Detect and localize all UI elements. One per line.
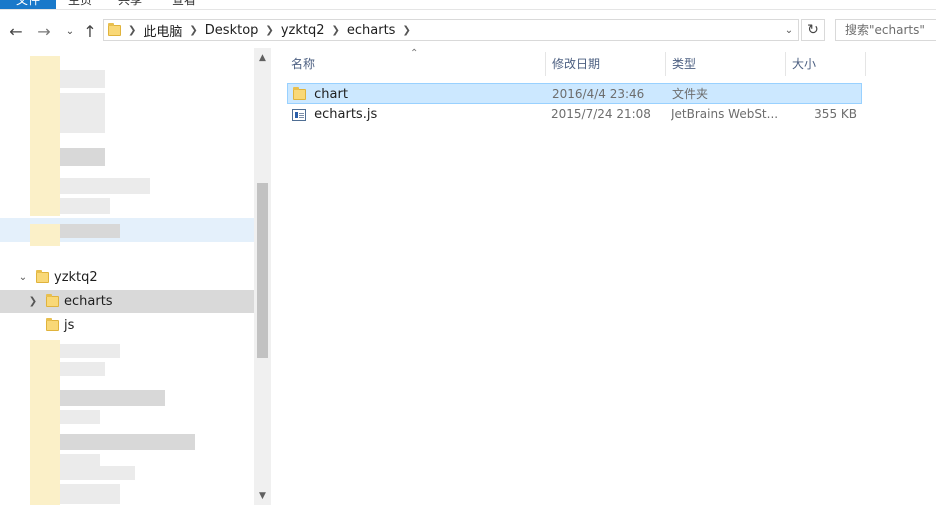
obscured-region [60, 148, 105, 166]
nav-item-js[interactable]: js [0, 314, 254, 337]
tab-share[interactable]: 共享 [118, 0, 142, 9]
obscured-region [60, 410, 100, 424]
file-type: JetBrains WebSt... [671, 107, 779, 121]
address-bar[interactable]: ❯ 此电脑 ❯ Desktop ❯ yzktq2 ❯ echarts ❯ ⌄ [103, 19, 799, 41]
nav-item-echarts[interactable]: ❯ echarts [0, 290, 254, 313]
arrow-left-icon: ← [9, 21, 23, 41]
tab-file[interactable]: 文件 [0, 0, 56, 9]
file-row-chart[interactable]: chart 2016/4/4 23:46 文件夹 [287, 83, 862, 104]
chevron-right-icon[interactable]: ❯ [331, 25, 339, 36]
search-input[interactable]: 搜索"echarts" [835, 19, 936, 41]
arrow-right-icon: → [37, 21, 51, 41]
tab-view[interactable]: 查看 [172, 0, 196, 9]
obscured-region [60, 434, 195, 450]
obscured-region [60, 390, 165, 406]
chevron-right-icon[interactable]: ❯ [128, 25, 136, 36]
file-date: 2016/4/4 23:46 [552, 87, 645, 101]
obscured-region [60, 484, 120, 504]
navigation-pane: ⌄ yzktq2 ❯ echarts js ▲ ▼ [0, 48, 272, 505]
chevron-right-icon[interactable]: ❯ [26, 296, 40, 307]
obscured-region [60, 93, 105, 133]
file-size: 355 KB [814, 107, 857, 121]
file-size [792, 84, 858, 105]
file-name: chart [314, 87, 348, 102]
nav-item-yzktq2[interactable]: ⌄ yzktq2 [0, 266, 254, 289]
obscured-region [60, 362, 105, 376]
folder-icon [293, 87, 306, 100]
scroll-down-icon[interactable]: ▼ [254, 488, 271, 505]
nav-item-label: yzktq2 [54, 270, 98, 285]
recent-locations-button[interactable]: ⌄ [60, 20, 80, 42]
chevron-down-icon: ⌄ [784, 24, 794, 36]
scroll-up-icon[interactable]: ▲ [254, 50, 271, 67]
folder-icon [46, 294, 59, 307]
obscured-region [60, 224, 120, 238]
chevron-down-icon: ⌄ [65, 25, 75, 37]
address-row: ← → ⌄ ↑ ❯ 此电脑 ❯ Desktop ❯ yzktq2 ❯ echar… [0, 14, 936, 48]
file-name: echarts.js [314, 107, 378, 122]
refresh-icon: ↻ [807, 22, 819, 38]
breadcrumb-this-pc[interactable]: 此电脑 [143, 21, 182, 40]
chevron-down-icon[interactable]: ⌄ [16, 272, 30, 283]
nav-item-label: js [64, 318, 75, 333]
obscured-region [30, 56, 60, 216]
file-row-echarts-js[interactable]: echarts.js 2015/7/24 21:08 JetBrains Web… [287, 104, 862, 125]
back-button[interactable]: ← [6, 20, 26, 42]
column-header-date[interactable]: 修改日期 [546, 52, 666, 76]
nav-scrollbar[interactable]: ▲ ▼ [254, 48, 271, 505]
tab-home[interactable]: 主页 [68, 0, 92, 9]
column-header-name[interactable]: 名称 [285, 52, 546, 76]
file-list: ⌃ 名称 修改日期 类型 大小 chart 2016/4/4 23:46 文件夹… [272, 48, 936, 505]
obscured-region [30, 224, 60, 246]
obscured-region [60, 70, 105, 88]
column-header-type[interactable]: 类型 [666, 52, 786, 76]
nav-item-label: echarts [64, 294, 113, 309]
column-header-size[interactable]: 大小 [786, 52, 866, 76]
address-dropdown-button[interactable]: ⌄ [780, 20, 798, 40]
folder-icon [46, 318, 59, 331]
chevron-right-icon[interactable]: ❯ [265, 25, 273, 36]
breadcrumb-yzktq2[interactable]: yzktq2 [281, 23, 325, 38]
arrow-up-icon: ↑ [83, 21, 97, 41]
chevron-right-icon[interactable]: ❯ [189, 25, 197, 36]
obscured-region [60, 198, 110, 214]
obscured-region [60, 178, 150, 194]
obscured-region [60, 466, 135, 480]
js-file-icon [292, 108, 306, 121]
breadcrumb-echarts[interactable]: echarts [347, 23, 396, 38]
up-button[interactable]: ↑ [80, 20, 100, 42]
breadcrumb-desktop[interactable]: Desktop [205, 23, 259, 38]
chevron-right-icon[interactable]: ❯ [402, 25, 410, 36]
obscured-region [60, 344, 120, 358]
ribbon-tabs: 文件 主页 共享 查看 [0, 0, 936, 10]
forward-button[interactable]: → [34, 20, 54, 42]
obscured-region [30, 340, 60, 505]
scrollbar-thumb[interactable] [257, 183, 268, 358]
refresh-button[interactable]: ↻ [801, 19, 825, 41]
folder-icon [108, 22, 121, 36]
folder-icon [36, 270, 49, 283]
file-type: 文件夹 [672, 87, 709, 101]
file-date: 2015/7/24 21:08 [551, 107, 651, 121]
